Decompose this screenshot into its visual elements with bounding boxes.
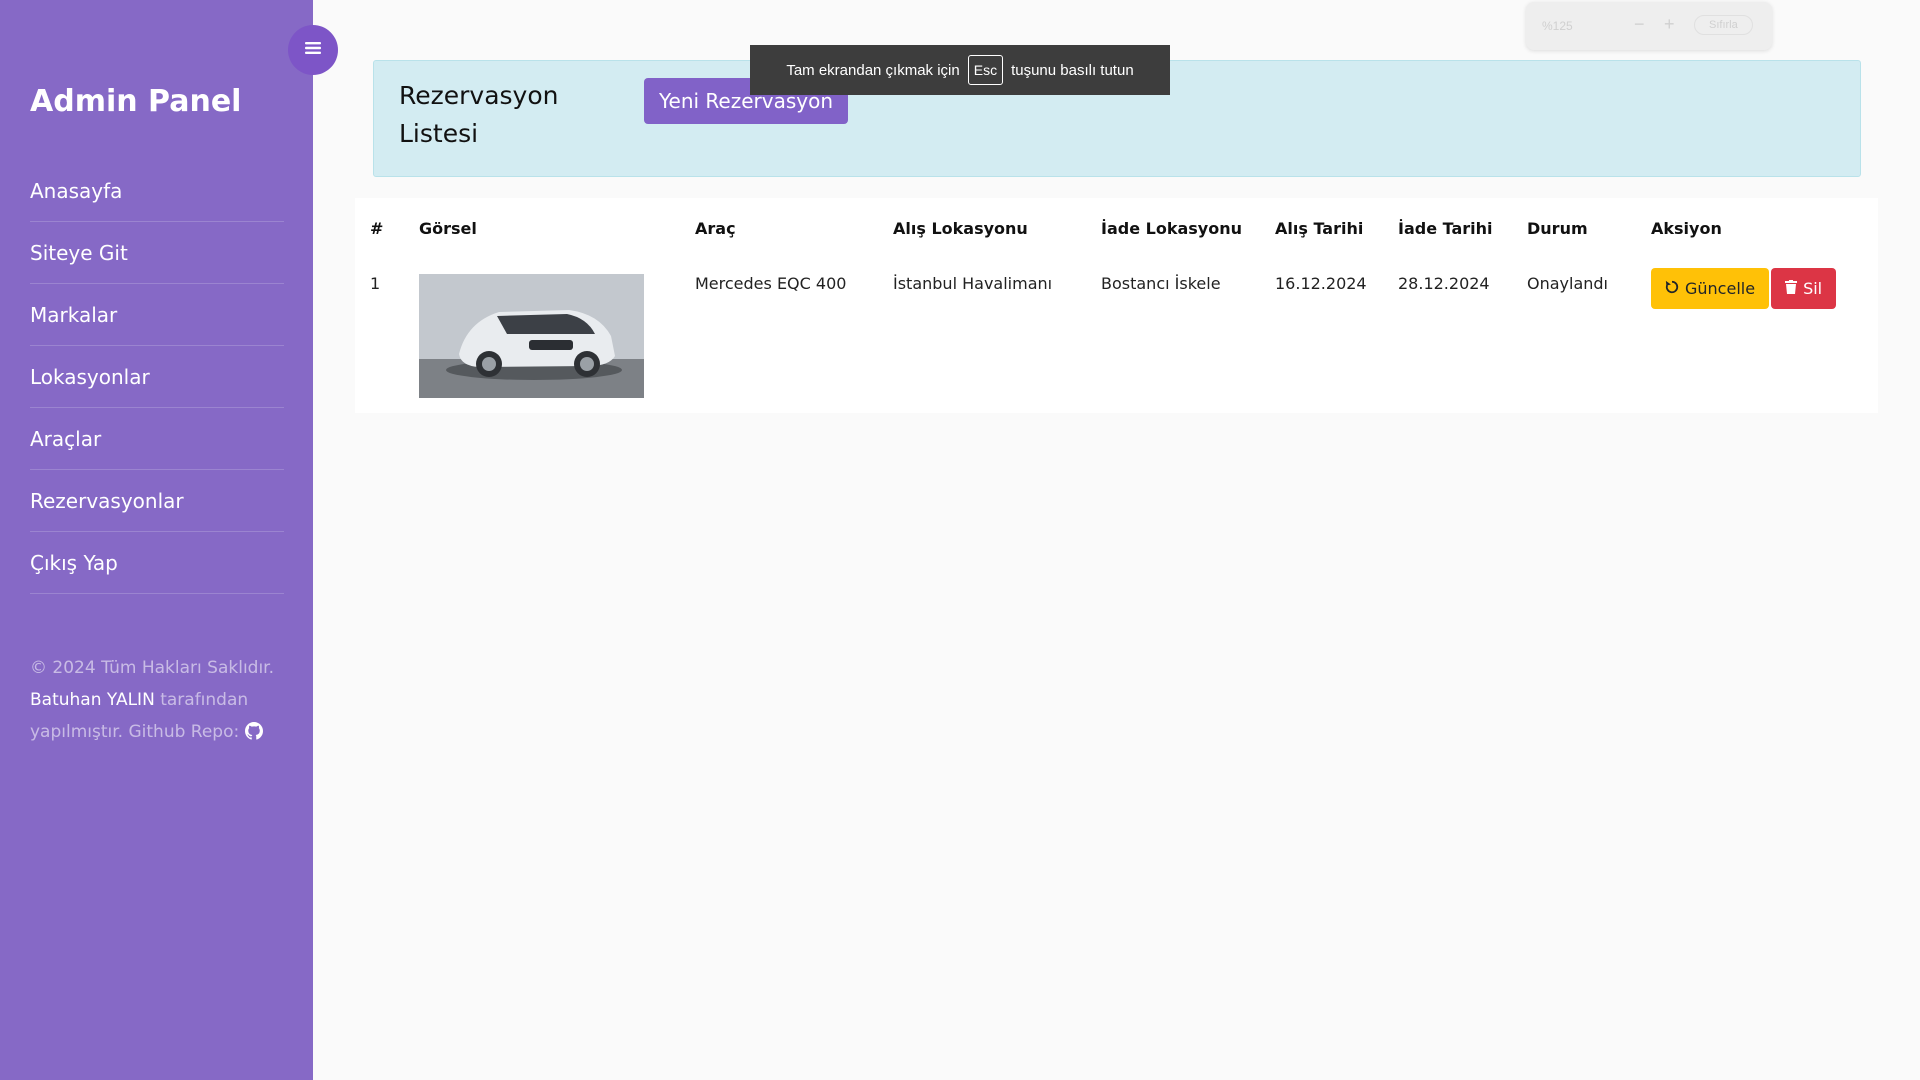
cell-image	[404, 258, 680, 398]
reservation-table: # Görsel Araç Alış Lokasyonu İade Lokasy…	[355, 198, 1878, 398]
cell-pickup-date: 16.12.2024	[1275, 274, 1367, 293]
sidebar-toggle-button[interactable]	[288, 25, 338, 75]
sidebar-item-reservations[interactable]: Rezervasyonlar	[30, 470, 284, 532]
zoom-out-button[interactable]: −	[1634, 14, 1645, 35]
column-header-pickup-location: Alış Lokasyonu	[893, 218, 1028, 238]
delete-button-label: Sil	[1803, 279, 1823, 298]
copyright-text: © 2024 Tüm Hakları Saklıdır.	[30, 658, 275, 678]
sidebar-item-locations[interactable]: Lokasyonlar	[30, 346, 284, 408]
sidebar: Admin Panel Anasayfa Siteye Git Markalar…	[0, 0, 313, 1080]
undo-icon	[1665, 279, 1679, 298]
cell-vehicle: Mercedes EQC 400	[695, 274, 847, 293]
column-header-return-location: İade Lokasyonu	[1101, 218, 1242, 238]
column-header-number: #	[370, 218, 384, 238]
column-header-vehicle: Araç	[695, 218, 736, 238]
sidebar-footer: © 2024 Tüm Hakları Saklıdır. Batuhan YAL…	[30, 652, 290, 751]
reservation-table-container: # Görsel Araç Alış Lokasyonu İade Lokasy…	[355, 198, 1878, 413]
cell-pickup-location: İstanbul Havalimanı	[893, 274, 1053, 293]
author-link[interactable]: Batuhan YALIN	[30, 690, 155, 710]
table-row: 1 Mercedes EQC 400 İstanbul Havalimanı B…	[355, 258, 1878, 398]
zoom-in-button[interactable]: +	[1664, 14, 1675, 35]
cell-status: Onaylandı	[1527, 274, 1608, 293]
sidebar-nav: Anasayfa Siteye Git Markalar Lokasyonlar…	[30, 160, 284, 594]
column-header-action: Aksiyon	[1651, 218, 1722, 238]
sidebar-item-go-to-site[interactable]: Siteye Git	[30, 222, 284, 284]
fullscreen-exit-notice: Tam ekrandan çıkmak için Esc tuşunu bası…	[750, 45, 1170, 95]
cell-return-location: Bostancı İskele	[1101, 274, 1221, 293]
zoom-reset-button[interactable]: Sıfırla	[1694, 15, 1753, 35]
zoom-control: %125 − + Sıfırla	[1526, 2, 1772, 50]
sidebar-item-logout[interactable]: Çıkış Yap	[30, 532, 284, 594]
fullscreen-notice-before: Tam ekrandan çıkmak için	[786, 61, 960, 79]
sidebar-item-home[interactable]: Anasayfa	[30, 160, 284, 222]
github-icon[interactable]	[244, 719, 263, 751]
sidebar-item-brands[interactable]: Markalar	[30, 284, 284, 346]
column-header-image: Görsel	[419, 218, 477, 238]
column-header-return-date: İade Tarihi	[1398, 218, 1493, 238]
trash-icon	[1785, 279, 1798, 298]
zoom-level: %125	[1542, 19, 1573, 33]
column-header-pickup-date: Alış Tarihi	[1275, 218, 1364, 238]
page-title: Rezervasyon Listesi	[399, 81, 559, 148]
sidebar-item-vehicles[interactable]: Araçlar	[30, 408, 284, 470]
update-button-label: Güncelle	[1685, 279, 1756, 298]
brand-title: Admin Panel	[30, 84, 242, 119]
column-header-status: Durum	[1527, 218, 1588, 238]
esc-key-badge: Esc	[967, 55, 1004, 85]
cell-number: 1	[370, 274, 381, 293]
fullscreen-notice-after: tuşunu basılı tutun	[1011, 61, 1134, 79]
delete-button[interactable]: Sil	[1771, 268, 1837, 309]
cell-return-date: 28.12.2024	[1398, 274, 1490, 293]
vehicle-image	[419, 274, 644, 398]
cell-actions: Güncelle Sil	[1636, 258, 1878, 398]
table-header-row: # Görsel Araç Alış Lokasyonu İade Lokasy…	[355, 198, 1878, 258]
update-button[interactable]: Güncelle	[1651, 268, 1770, 309]
hamburger-icon	[304, 40, 322, 60]
